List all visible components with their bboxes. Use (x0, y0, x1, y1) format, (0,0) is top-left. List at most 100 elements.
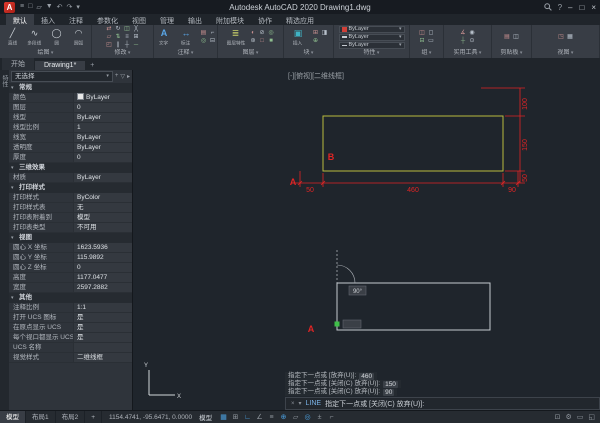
layers-small-icon[interactable]: ◎ (267, 29, 276, 37)
utility-tool-icon[interactable]: ◉ (468, 29, 477, 37)
model-space-canvas[interactable]: [-][俯视][二维线框] 50 460 90 100 150 50 A B 9… (133, 70, 600, 410)
draw-tool-button[interactable]: ◯ 圆 (47, 28, 67, 47)
status-right-icon[interactable]: ⊡ (555, 413, 561, 421)
property-row[interactable]: UCS 名称 (9, 343, 132, 353)
property-row[interactable]: 打开 UCS 图标 是 (9, 313, 132, 323)
block-small-icon[interactable]: ⊕ (311, 37, 320, 45)
group-tool-icon[interactable]: ▭ (427, 37, 436, 45)
modify-tool-icon[interactable]: ┼ (123, 41, 132, 49)
property-row[interactable]: 视觉样式 二维线框 (9, 353, 132, 363)
layout-tab[interactable]: + (85, 410, 103, 423)
property-row[interactable]: 厚度 0 (9, 153, 132, 163)
status-toggle-icon[interactable]: ∟ (242, 411, 253, 423)
utility-tool-icon[interactable]: ∡ (459, 29, 468, 37)
property-row[interactable]: 打印表附着到 模型 (9, 213, 132, 223)
draw-tool-button[interactable]: ╱ 直线 (3, 28, 23, 47)
status-right-icon[interactable]: ▭ (577, 413, 584, 421)
ribbon-tab[interactable]: 附加模块 (209, 14, 251, 25)
palette-section-general[interactable]: ▾ 常规 (9, 83, 132, 93)
ribbon-tab[interactable]: 视图 (125, 14, 153, 25)
property-row[interactable]: 打印样式 ByColor (9, 193, 132, 203)
view-tool-icon[interactable]: ◳ (557, 33, 566, 41)
modify-tool-icon[interactable]: ╳ (132, 25, 141, 33)
property-row[interactable]: 线型 ByLayer (9, 113, 132, 123)
property-row[interactable]: 在原点显示 UCS 是 (9, 323, 132, 333)
clipboard-tool-icon[interactable]: ▤ (503, 33, 512, 41)
property-row[interactable]: 打印样式表 无 (9, 203, 132, 213)
status-toggle-icon[interactable]: ▱ (290, 411, 301, 423)
property-row[interactable]: 每个视口都显示 UCS 是 (9, 333, 132, 343)
panel-label-block[interactable]: 块 (284, 49, 333, 58)
property-row[interactable]: 颜色 ByLayer (9, 93, 132, 103)
command-line[interactable]: × ▾ LINE 指定下一点或 [关闭(C) 放弃(U)]: (285, 397, 600, 410)
annotation-tool-button[interactable]: A 文字 (154, 28, 174, 47)
view-tool-icon[interactable]: ▦ (566, 33, 575, 41)
layers-tool-button[interactable]: ≣ 图层特性 (226, 28, 246, 47)
quick-access-icon[interactable]: ↶ (57, 3, 63, 11)
ribbon-tab[interactable]: 输出 (181, 14, 209, 25)
layout-tab[interactable]: 布局1 (26, 410, 56, 423)
status-toggle-icon[interactable]: ▦ (218, 411, 229, 423)
group-tool-icon[interactable]: ⊟ (418, 37, 427, 45)
layers-small-icon[interactable]: □ (258, 37, 267, 45)
search-icon[interactable] (543, 3, 552, 11)
window-control-button[interactable]: × (591, 3, 596, 12)
ribbon-tab[interactable]: 协作 (251, 14, 279, 25)
modify-tool-icon[interactable]: ⊞ (132, 33, 141, 41)
file-tab-drawing1[interactable]: Drawing1* (35, 61, 86, 70)
new-tab-icon[interactable]: + (86, 61, 98, 70)
group-tool-icon[interactable]: ◫ (418, 29, 427, 37)
ribbon-tab[interactable]: 精选应用 (279, 14, 321, 25)
palette-title-strip[interactable]: 特性 (0, 70, 9, 410)
modify-tool-icon[interactable]: ⇅ (114, 33, 123, 41)
property-row[interactable]: 圆心 Z 坐标 0 (9, 263, 132, 273)
annotation-tool-button[interactable]: ↔ 标注 (176, 28, 196, 47)
status-toggle-icon[interactable]: ⊞ (230, 411, 241, 423)
modify-tool-icon[interactable]: ◰ (105, 41, 114, 49)
bylayer-dropdown[interactable]: ByLayer ▾ (338, 25, 405, 33)
file-tab-start[interactable]: 开始 (2, 58, 34, 70)
model-space-button[interactable]: 模型 (199, 412, 212, 422)
property-row[interactable]: 线宽 ByLayer (9, 133, 132, 143)
modify-tool-icon[interactable]: ↻ (114, 25, 123, 33)
annotation-small-icon[interactable]: ◎ (199, 37, 208, 45)
property-row[interactable]: 圆心 Y 坐标 115.9892 (9, 253, 132, 263)
panel-label-layers[interactable]: 图层 (218, 49, 283, 58)
property-row[interactable]: 注释比例 1:1 (9, 303, 132, 313)
palette-section-view[interactable]: ▾ 视图 (9, 233, 132, 243)
ribbon-tab[interactable]: 插入 (34, 14, 62, 25)
layers-small-icon[interactable]: ⊛ (249, 37, 258, 45)
property-row[interactable]: 打印表类型 不可用 (9, 223, 132, 233)
bylayer-dropdown[interactable]: ByLayer ▾ (338, 33, 405, 41)
panel-label-view[interactable]: 视图 (532, 49, 599, 58)
property-row[interactable]: 圆心 X 坐标 1623.5936 (9, 243, 132, 253)
help-icon[interactable]: ? (558, 3, 562, 12)
ribbon-tab[interactable]: 管理 (153, 14, 181, 25)
annotation-small-icon[interactable]: ⊟ (208, 37, 217, 45)
panel-label-modify[interactable]: 修改 (92, 49, 153, 58)
block-small-icon[interactable]: ◨ (320, 29, 329, 37)
window-control-button[interactable]: – (568, 3, 572, 12)
selection-dropdown[interactable]: 无选择 ▾ (11, 71, 113, 82)
ribbon-tab[interactable]: 注释 (62, 14, 90, 25)
palette-section-misc[interactable]: ▾ 其他 (9, 293, 132, 303)
close-icon[interactable]: × (291, 401, 295, 407)
property-row[interactable]: 透明度 ByLayer (9, 143, 132, 153)
panel-label-utilities[interactable]: 实用工具 (444, 49, 491, 58)
panel-label-draw[interactable]: 绘图 (0, 49, 91, 58)
status-toggle-icon[interactable]: ⊕ (278, 411, 289, 423)
block-small-icon[interactable]: ⊞ (311, 29, 320, 37)
property-row[interactable]: 线型比例 1 (9, 123, 132, 133)
quick-access-icon[interactable]: ↷ (67, 3, 73, 11)
group-tool-icon[interactable]: ◻ (427, 29, 436, 37)
palette-header-icon[interactable]: + (115, 73, 119, 80)
palette-header-icon[interactable]: ▸ (127, 73, 130, 80)
property-row[interactable]: 材质 ByLayer (9, 173, 132, 183)
draw-tool-button[interactable]: ∿ 多段线 (25, 28, 45, 47)
modify-tool-icon[interactable]: ⇄ (105, 25, 114, 33)
quick-access-icon[interactable]: ≡ (20, 3, 24, 11)
palette-section-plot[interactable]: ▾ 打印样式 (9, 183, 132, 193)
status-toggle-icon[interactable]: ◎ (302, 411, 313, 423)
palette-header-icon[interactable]: ▽ (120, 73, 125, 80)
utility-tool-icon[interactable]: ⊙ (468, 37, 477, 45)
